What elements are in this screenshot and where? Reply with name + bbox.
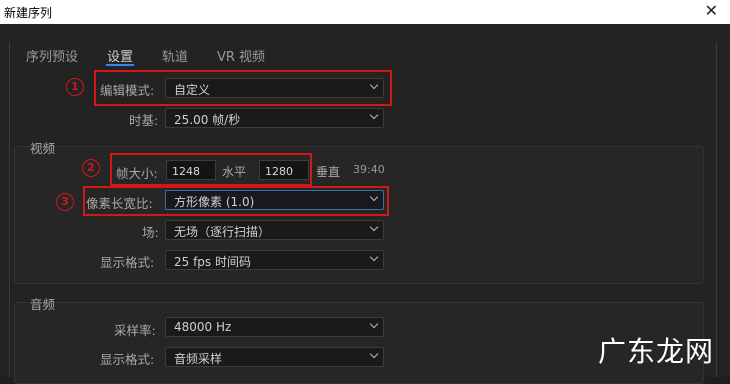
- aspect-ratio-readout: 39:40: [353, 163, 385, 176]
- sample-rate-select[interactable]: 48000 Hz: [165, 317, 384, 337]
- chevron-down-icon: [369, 349, 379, 359]
- audio-section-title: 音频: [30, 297, 56, 312]
- audio-display-format-select[interactable]: 音频采样: [165, 347, 384, 367]
- title-bar: 新建序列 ✕: [0, 0, 730, 24]
- close-icon[interactable]: ✕: [705, 1, 718, 20]
- fields-value: 无场（逐行扫描）: [174, 225, 271, 239]
- video-section-title: 视频: [30, 141, 56, 156]
- video-display-format-select[interactable]: 25 fps 时间码: [165, 250, 384, 270]
- vertical-label: 垂直: [316, 165, 341, 179]
- tab-settings[interactable]: 设置: [107, 46, 133, 65]
- marker-3-number: 3: [61, 195, 69, 208]
- window-title: 新建序列: [4, 6, 53, 20]
- chevron-down-icon: [369, 319, 379, 329]
- timebase-select[interactable]: 25.00 帧/秒: [165, 108, 384, 128]
- active-tab-underline: [106, 64, 134, 66]
- dialog-border-right: [716, 42, 717, 377]
- video-display-format-value: 25 fps 时间码: [174, 255, 251, 269]
- highlight-box-frame-size: [110, 153, 312, 186]
- marker-2-number: 2: [87, 161, 95, 174]
- timebase-value: 25.00 帧/秒: [174, 113, 241, 127]
- fields-label: 场:: [142, 225, 159, 240]
- fields-select[interactable]: 无场（逐行扫描）: [165, 220, 384, 240]
- highlight-box-pixel-aspect: [83, 186, 389, 216]
- highlight-box-edit-mode: [94, 70, 392, 106]
- marker-3: 3: [56, 193, 74, 211]
- sample-rate-label: 采样率:: [114, 323, 156, 338]
- timebase-label: 时基:: [129, 113, 159, 128]
- tab-vr-video[interactable]: VR 视频: [217, 46, 265, 65]
- tab-tracks[interactable]: 轨道: [162, 46, 188, 65]
- video-display-format-label: 显示格式:: [100, 255, 155, 270]
- dialog-border-left: [9, 42, 10, 377]
- chevron-down-icon: [369, 110, 379, 120]
- marker-2: 2: [82, 159, 100, 177]
- audio-display-format-label: 显示格式:: [100, 352, 155, 367]
- chevron-down-icon: [369, 222, 379, 232]
- marker-1: 1: [66, 78, 84, 96]
- tab-sequence-presets[interactable]: 序列预设: [26, 46, 78, 65]
- audio-display-format-value: 音频采样: [174, 352, 223, 366]
- sample-rate-value: 48000 Hz: [174, 320, 232, 334]
- marker-1-number: 1: [71, 80, 79, 93]
- chevron-down-icon: [369, 252, 379, 262]
- watermark: 广东龙网: [598, 335, 715, 368]
